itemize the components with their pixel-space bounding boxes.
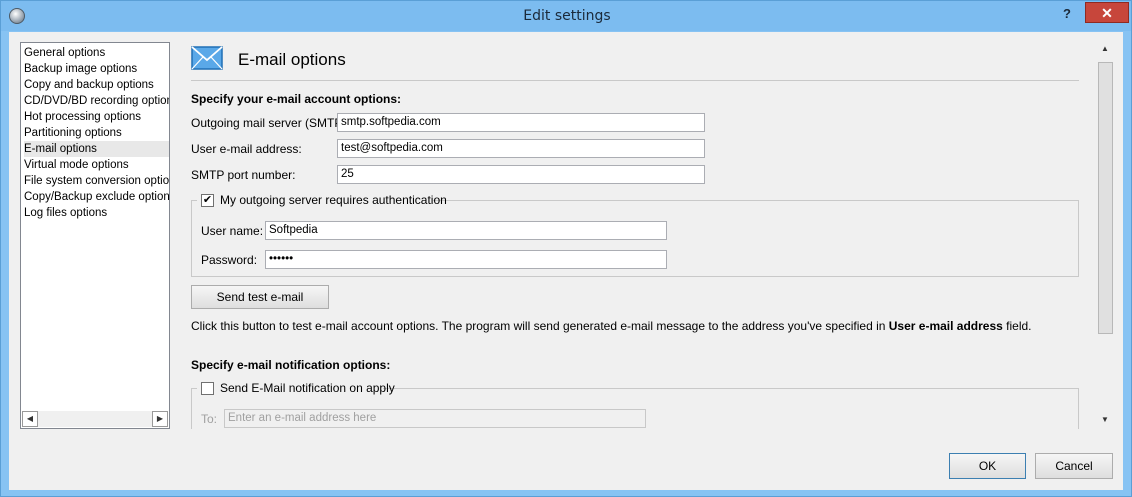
test-description-suffix: field. xyxy=(1002,319,1032,333)
test-description-field-name: User e-mail address xyxy=(888,319,1003,333)
auth-checkbox-label: My outgoing server requires authenticati… xyxy=(220,193,447,207)
ok-button[interactable]: OK xyxy=(949,453,1026,479)
cancel-button[interactable]: Cancel xyxy=(1035,453,1113,479)
nav-item-general[interactable]: General options xyxy=(24,45,169,61)
notification-to-input[interactable]: Enter an e-mail address here xyxy=(224,409,646,428)
username-label: User name: xyxy=(201,224,264,238)
envelope-icon xyxy=(191,46,223,70)
scroll-left-icon[interactable]: ◀ xyxy=(22,411,38,427)
nav-item-backup-image[interactable]: Backup image options xyxy=(24,61,169,77)
dialog-body: General options Backup image options Cop… xyxy=(9,32,1123,490)
email-label: User e-mail address: xyxy=(191,142,302,156)
nav-item-recording[interactable]: CD/DVD/BD recording options xyxy=(24,93,169,109)
nav-horizontal-scrollbar[interactable]: ◀ ▶ xyxy=(22,411,168,427)
test-description: Click this button to test e-mail account… xyxy=(191,319,1032,333)
email-options-panel: E-mail options Specify your e-mail accou… xyxy=(179,42,1114,429)
panel-vertical-scrollbar[interactable]: ▲ ▼ xyxy=(1097,42,1114,429)
scroll-down-icon[interactable]: ▼ xyxy=(1097,413,1113,429)
settings-category-list[interactable]: General options Backup image options Cop… xyxy=(20,42,170,429)
password-label: Password: xyxy=(201,253,258,267)
nav-item-virtual-mode[interactable]: Virtual mode options xyxy=(24,157,169,173)
auth-checkbox[interactable]: ✔ xyxy=(201,194,214,207)
smtp-port-input[interactable]: 25 xyxy=(337,165,705,184)
nav-item-fs-conversion[interactable]: File system conversion options xyxy=(24,173,169,189)
nav-item-copy-backup[interactable]: Copy and backup options xyxy=(24,77,169,93)
scrollbar-thumb[interactable] xyxy=(1098,62,1113,334)
window-title: Edit settings xyxy=(523,8,611,24)
notification-checkbox-label: Send E-Mail notification on apply xyxy=(220,381,395,395)
close-button[interactable]: ✕ xyxy=(1085,2,1129,23)
nav-item-hot-processing[interactable]: Hot processing options xyxy=(24,109,169,125)
scroll-up-icon[interactable]: ▲ xyxy=(1097,42,1113,58)
scroll-right-icon[interactable]: ▶ xyxy=(152,411,168,427)
nav-item-log-files[interactable]: Log files options xyxy=(24,205,169,221)
send-test-email-button[interactable]: Send test e-mail xyxy=(191,285,329,309)
nav-item-exclude[interactable]: Copy/Backup exclude options xyxy=(24,189,169,205)
page-title: E-mail options xyxy=(238,50,346,69)
test-description-text: Click this button to test e-mail account… xyxy=(191,319,889,333)
notification-checkbox[interactable] xyxy=(201,382,214,395)
title-divider xyxy=(191,80,1079,81)
user-email-input[interactable]: test@softpedia.com xyxy=(337,139,705,158)
help-button[interactable]: ? xyxy=(1053,3,1081,25)
account-options-header: Specify your e-mail account options: xyxy=(191,92,402,106)
password-input[interactable]: •••••• xyxy=(265,250,667,269)
smtp-server-input[interactable]: smtp.softpedia.com xyxy=(337,113,705,132)
title-bar[interactable]: Edit settings ? ✕ xyxy=(1,1,1131,31)
edit-settings-window: Edit settings ? ✕ General options Backup… xyxy=(0,0,1132,497)
notification-options-header: Specify e-mail notification options: xyxy=(191,358,391,372)
nav-item-partitioning[interactable]: Partitioning options xyxy=(24,125,169,141)
smtp-label: Outgoing mail server (SMTP): xyxy=(191,116,350,130)
username-input[interactable]: Softpedia xyxy=(265,221,667,240)
to-label: To: xyxy=(201,412,218,426)
nav-item-email[interactable]: E-mail options xyxy=(24,141,169,157)
port-label: SMTP port number: xyxy=(191,168,296,182)
